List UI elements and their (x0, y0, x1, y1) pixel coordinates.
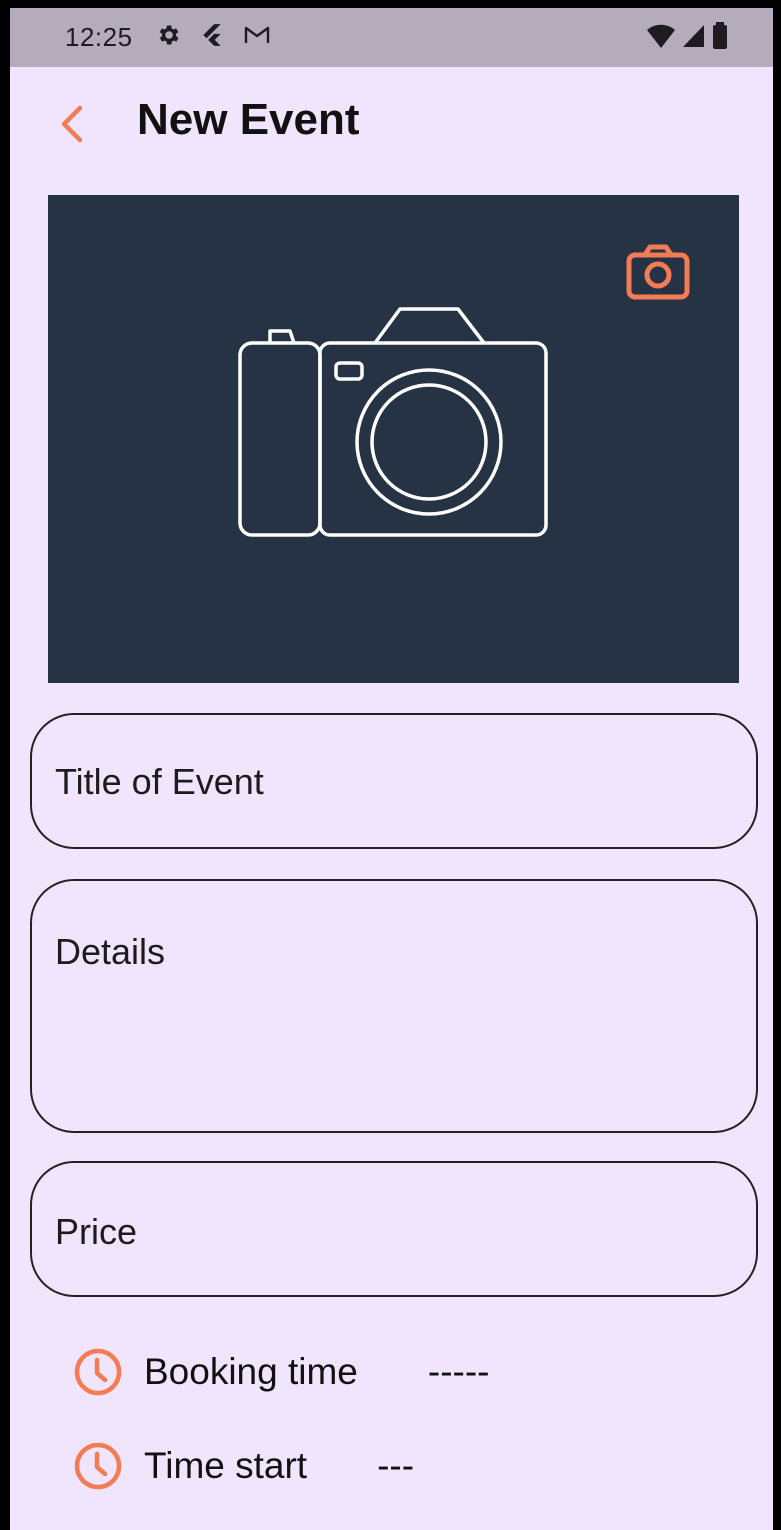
signal-icon (682, 23, 706, 54)
price-field[interactable]: Price (30, 1161, 758, 1297)
time-start-row[interactable]: Time start --- (72, 1440, 414, 1492)
details-field[interactable]: Details (30, 879, 758, 1133)
app-screen: 12:25 New Event Title of Event Details P… (10, 8, 773, 1530)
title-placeholder: Title of Event (55, 761, 264, 802)
clock-icon (72, 1440, 124, 1492)
status-time: 12:25 (65, 22, 133, 52)
camera-illustration-icon (238, 307, 550, 546)
status-bar: 12:25 (10, 8, 773, 67)
time-start-label: Time start (144, 1445, 308, 1486)
time-start-value: --- (377, 1445, 415, 1486)
page-title: New Event (137, 95, 360, 144)
gear-icon (155, 22, 181, 53)
battery-icon (712, 22, 728, 55)
title-field[interactable]: Title of Event (30, 713, 758, 849)
app-bar: New Event (10, 67, 773, 177)
event-image-picker[interactable] (48, 195, 739, 683)
booking-time-row[interactable]: Booking time ----- (72, 1346, 490, 1398)
booking-time-value: ----- (427, 1351, 490, 1392)
wifi-icon (646, 22, 676, 55)
price-placeholder: Price (55, 1211, 138, 1252)
gmail-icon (243, 23, 271, 52)
booking-time-label: Booking time (144, 1351, 358, 1392)
chevron-left-icon (59, 104, 85, 149)
clock-icon (72, 1346, 124, 1398)
camera-icon (625, 244, 691, 307)
status-icons-left (155, 22, 271, 53)
camera-button[interactable] (625, 243, 691, 303)
status-icons-right (646, 22, 728, 55)
back-button[interactable] (50, 101, 94, 151)
flutter-icon (199, 22, 225, 53)
details-placeholder: Details (55, 931, 166, 972)
